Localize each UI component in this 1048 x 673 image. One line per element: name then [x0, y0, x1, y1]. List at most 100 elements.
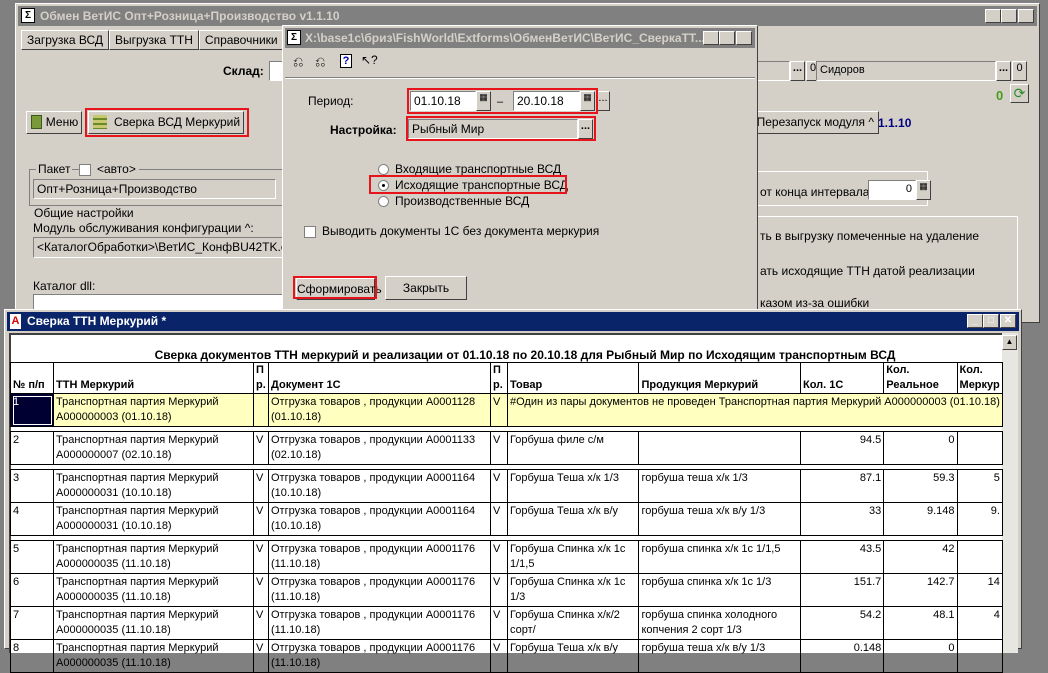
- cell-qreal: 9.148: [883, 502, 958, 536]
- menu-label: Меню: [45, 115, 79, 129]
- redo-icon[interactable]: ⎌: [315, 54, 325, 70]
- table-row[interactable]: 7 Транспортная партия Меркурий А000000035…: [10, 606, 1003, 640]
- dialog-close-button[interactable]: ✕: [736, 31, 752, 45]
- cell-qreal: 142.7: [883, 573, 958, 607]
- radio-option-incoming[interactable]: Входящие транспортные ВСД: [378, 162, 561, 176]
- cell-prod: горбуша теша х/к в/у 1/3: [638, 502, 801, 536]
- cell-p2: V: [490, 469, 508, 503]
- settings-dialog: Σ X:\base1c\бриз\FishWorld\Extforms\Обме…: [282, 25, 758, 315]
- module-field[interactable]: <КаталогОбработки>\ВетИС_КонфBU42TK.ert: [33, 237, 283, 258]
- table-row[interactable]: 8 Транспортная партия Меркурий А000000035…: [10, 639, 1003, 673]
- cell-q1c: 151.7: [799, 573, 885, 607]
- main-title: Обмен ВетИС Опт+Розница+Производство v1.…: [40, 9, 340, 23]
- cell-q1c: 94.5: [799, 431, 885, 465]
- cell-p2: V: [490, 502, 508, 536]
- cell-tovar: Горбуша Теша х/к в/у: [506, 502, 640, 536]
- cell-qmerc: 14: [956, 573, 1003, 607]
- help-icon[interactable]: ?: [340, 54, 352, 68]
- report-icon: A: [10, 314, 21, 329]
- minimize-button[interactable]: _: [985, 9, 1001, 23]
- period-select-button[interactable]: ...: [596, 91, 610, 111]
- setting-label: Настройка:: [330, 123, 397, 137]
- cell-p2: V: [490, 639, 508, 673]
- refresh-button[interactable]: ⟳: [1010, 84, 1029, 103]
- cell-doc: Отгрузка товаров , продукции А0001164 (1…: [268, 469, 491, 503]
- close-dialog-button[interactable]: Закрыть: [385, 276, 467, 300]
- cell-prod: горбуша теша х/к 1/3: [638, 469, 801, 503]
- cell-doc: Отгрузка товаров , продукции А0001176 (1…: [268, 573, 491, 607]
- cell-tovar: Горбуша Теша х/к в/у: [506, 639, 640, 673]
- menu-button[interactable]: Меню: [26, 111, 82, 134]
- cell-ttn: Транспортная партия Меркурий А000000035 …: [53, 540, 254, 574]
- cell-qmerc: 5: [956, 469, 1003, 503]
- option-error[interactable]: казом из-за ошибки: [760, 296, 869, 310]
- paket-field[interactable]: Опт+Розница+Производство: [33, 179, 276, 199]
- col-qmerc: Кол. Меркур: [956, 362, 1003, 394]
- table-row[interactable]: 5 Транспортная партия Меркурий А000000035…: [10, 540, 1003, 574]
- cell-p2: V: [490, 540, 508, 574]
- highlight-setting: [406, 116, 596, 141]
- sklad-field-right[interactable]: [756, 61, 790, 81]
- tab-spravochniki[interactable]: Справочники: [198, 30, 284, 50]
- sklad-select-button[interactable]: ...: [790, 61, 805, 81]
- cell-p1: V: [253, 431, 269, 465]
- table-row[interactable]: 1 Транспортная партия Меркурий А000000003…: [10, 393, 1003, 427]
- cell-qmerc: [956, 540, 1003, 574]
- user-field[interactable]: Сидоров: [816, 61, 996, 81]
- table-row[interactable]: 2 Транспортная партия Меркурий А000000007…: [10, 431, 1003, 465]
- maximize-button[interactable]: □: [1001, 9, 1017, 23]
- dialog-minimize-button[interactable]: _: [703, 31, 719, 45]
- close-button[interactable]: ✕: [1018, 9, 1034, 23]
- report-minimize-button[interactable]: _: [967, 314, 983, 328]
- cell-tovar: Горбуша филе с/м: [506, 431, 640, 465]
- cell-q1c: 0.148: [799, 639, 885, 673]
- option-date[interactable]: ать исходящие ТТН датой реализации: [760, 264, 975, 278]
- col-ttn: ТТН Меркурий: [53, 362, 254, 394]
- cell-qreal: 42: [883, 540, 958, 574]
- cell-note: #Один из пары документов не проведен Тра…: [507, 393, 1003, 427]
- cell-q1c: 87.1: [799, 469, 885, 503]
- table-row[interactable]: 6 Транспортная партия Меркурий А000000035…: [10, 573, 1003, 607]
- report-maximize-button[interactable]: □: [983, 314, 999, 328]
- context-help-icon[interactable]: ↖?: [361, 53, 378, 67]
- calculator-button[interactable]: ▦: [916, 180, 931, 200]
- general-settings-label: Общие настройки: [34, 206, 134, 220]
- cell-prod: горбуша спинка холодного копчения 2 сорт…: [638, 606, 801, 640]
- cell-ttn: Транспортная партия Меркурий А000000035 …: [53, 639, 254, 673]
- vertical-scrollbar[interactable]: ▲: [1002, 333, 1018, 653]
- paket-label: Пакет: [36, 162, 73, 176]
- show-docs-checkbox[interactable]: Выводить документы 1С без документа мерк…: [304, 224, 599, 238]
- cell-number: 4: [10, 502, 54, 536]
- cell-prod: горбуша спинка х/к 1с 1/3: [638, 573, 801, 607]
- cell-tovar: Горбуша Теша х/к 1/3: [506, 469, 640, 503]
- col-number: № п/п: [10, 362, 54, 394]
- radio-option-production[interactable]: Производственные ВСД: [378, 194, 529, 208]
- table-row[interactable]: 3 Транспортная партия Меркурий А000000031…: [10, 469, 1003, 503]
- undo-icon[interactable]: ⎌: [293, 54, 303, 70]
- cell-doc: Отгрузка товаров , продукции А0001128 (0…: [268, 393, 491, 427]
- auto-checkbox[interactable]: <авто>: [79, 162, 139, 176]
- interval-field[interactable]: 0: [868, 180, 916, 200]
- user-select-button[interactable]: ...: [996, 61, 1011, 81]
- report-close-button[interactable]: ✕: [1000, 314, 1016, 328]
- tab-bar: Загрузка ВСД Выгрузка ТТН Справочники: [21, 30, 284, 50]
- checkbox-label: Выводить документы 1С без документа мерк…: [322, 224, 600, 238]
- restart-module-button[interactable]: Перезапуск модуля ^: [749, 111, 879, 134]
- report-title: Сверка ТТН Меркурий *: [27, 314, 167, 328]
- option-deleted[interactable]: ть в выгрузку помеченные на удаление: [760, 229, 979, 243]
- cell-tovar: Горбуша Спинка х/к 1с 1/1,5: [506, 540, 640, 574]
- cell-ttn: Транспортная партия Меркурий А000000031 …: [53, 469, 254, 503]
- highlight-outgoing: [369, 175, 567, 194]
- cell-p1: V: [253, 606, 269, 640]
- tab-zagruzka-vsd[interactable]: Загрузка ВСД: [21, 30, 109, 50]
- cell-number: 5: [10, 540, 54, 574]
- table-row[interactable]: 4 Транспортная партия Меркурий А000000031…: [10, 502, 1003, 536]
- sklad-label: Склад:: [223, 64, 264, 78]
- cell-p1: V: [253, 540, 269, 574]
- dialog-maximize-button[interactable]: □: [719, 31, 735, 45]
- module-label: Модуль обслуживания конфигурации ^:: [33, 221, 254, 235]
- cell-number: 3: [10, 469, 54, 503]
- cell-qreal: 59.3: [883, 469, 958, 503]
- cell-p1: V: [253, 639, 269, 673]
- tab-vygruzka-ttn[interactable]: Выгрузка ТТН: [109, 30, 199, 50]
